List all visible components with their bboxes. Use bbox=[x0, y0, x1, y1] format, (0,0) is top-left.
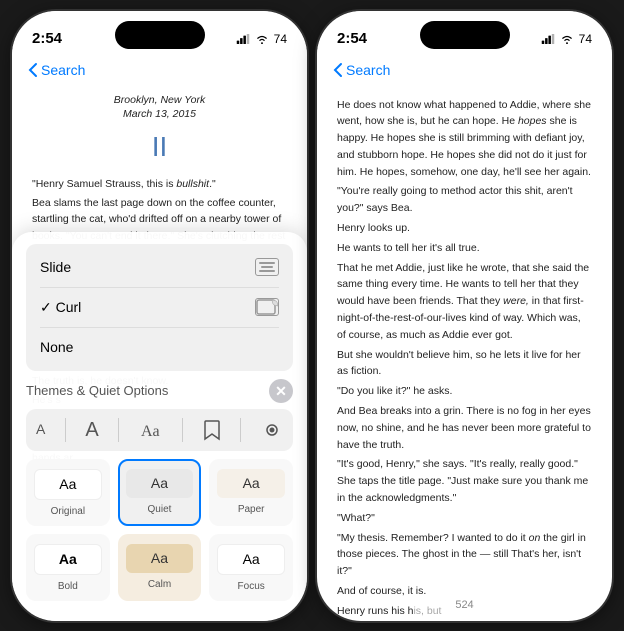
theme-focus[interactable]: Aa Focus bbox=[209, 534, 293, 601]
theme-focus-label: Focus bbox=[217, 579, 285, 594]
back-button-right[interactable]: Search bbox=[333, 62, 390, 78]
book-location: Brooklyn, New York March 13, 2015 bbox=[32, 93, 287, 122]
theme-original-label: Original bbox=[34, 504, 102, 519]
curl-icon bbox=[255, 298, 279, 316]
theme-original[interactable]: Aa Original bbox=[26, 459, 110, 526]
theme-bold[interactable]: Aa Bold bbox=[26, 534, 110, 601]
book-header: Brooklyn, New York March 13, 2015 II bbox=[32, 93, 287, 168]
slide-option[interactable]: Slide bbox=[26, 248, 293, 287]
theme-quiet-preview: Aa bbox=[126, 469, 194, 498]
overlay-panel: Slide ✓ Curl bbox=[12, 232, 307, 621]
theme-paper[interactable]: Aa Paper bbox=[209, 459, 293, 526]
slide-menu: Slide ✓ Curl bbox=[26, 244, 293, 371]
theme-original-preview: Aa bbox=[34, 469, 102, 500]
back-button-left[interactable]: Search bbox=[28, 62, 85, 78]
back-label-right: Search bbox=[346, 62, 390, 78]
book-content-left: Brooklyn, New York March 13, 2015 II "He… bbox=[12, 85, 307, 621]
font-divider-2 bbox=[118, 418, 119, 442]
theme-bold-preview: Aa bbox=[34, 544, 102, 575]
curl-option[interactable]: ✓ Curl bbox=[26, 288, 293, 327]
themes-header: Themes & Quiet Options ✕ bbox=[26, 379, 293, 403]
theme-bold-label: Bold bbox=[34, 579, 102, 594]
theme-quiet-label: Quiet bbox=[126, 502, 194, 517]
bookmark-icon[interactable] bbox=[203, 419, 221, 441]
back-chevron-left bbox=[28, 62, 38, 78]
slide-icon bbox=[255, 258, 279, 276]
theme-calm-preview: Aa bbox=[126, 544, 194, 573]
theme-calm-label: Calm bbox=[126, 577, 194, 592]
book-content-right: He does not know what happened to Addie,… bbox=[317, 85, 612, 621]
back-label-left: Search bbox=[41, 62, 85, 78]
battery-right: 74 bbox=[579, 32, 592, 46]
themes-title: Themes & Quiet Options bbox=[26, 381, 168, 401]
font-small-button[interactable]: A bbox=[36, 419, 45, 440]
font-divider-3 bbox=[182, 418, 183, 442]
none-option[interactable]: None bbox=[26, 328, 293, 367]
right-phone: 2:54 74 Sea bbox=[317, 11, 612, 621]
status-time-right: 2:54 bbox=[337, 30, 367, 47]
back-chevron-right bbox=[333, 62, 343, 78]
svg-text:Aa: Aa bbox=[141, 423, 160, 440]
close-button[interactable]: ✕ bbox=[269, 379, 293, 403]
font-divider-1 bbox=[65, 418, 66, 442]
chapter-number: II bbox=[32, 126, 287, 168]
page-number: 524 bbox=[455, 599, 473, 611]
wifi-icon bbox=[255, 34, 269, 44]
theme-quiet[interactable]: Aa Quiet bbox=[118, 459, 202, 526]
status-icons-left: 74 bbox=[236, 32, 287, 46]
theme-paper-label: Paper bbox=[217, 502, 285, 517]
phones-container: 2:54 74 Sea bbox=[2, 1, 622, 631]
theme-paper-preview: Aa bbox=[217, 469, 285, 498]
font-style-icon[interactable]: Aa bbox=[139, 420, 163, 440]
font-divider-4 bbox=[240, 418, 241, 442]
nav-bar-right[interactable]: Search bbox=[317, 55, 612, 85]
theme-grid: Aa Original Aa Quiet Aa Paper Aa Bold bbox=[26, 459, 293, 601]
font-controls: A A Aa bbox=[26, 409, 293, 451]
brightness-icon[interactable] bbox=[261, 421, 283, 439]
font-large-button[interactable]: A bbox=[85, 415, 98, 445]
dynamic-island-right bbox=[420, 21, 510, 49]
theme-calm[interactable]: Aa Calm bbox=[118, 534, 202, 601]
curl-svg bbox=[256, 299, 278, 315]
theme-focus-preview: Aa bbox=[217, 544, 285, 575]
dynamic-island bbox=[115, 21, 205, 49]
signal-icon-right bbox=[541, 34, 555, 44]
wifi-icon-right bbox=[560, 34, 574, 44]
nav-bar-left[interactable]: Search bbox=[12, 55, 307, 85]
status-icons-right: 74 bbox=[541, 32, 592, 46]
status-time-left: 2:54 bbox=[32, 30, 62, 47]
signal-icon bbox=[236, 34, 250, 44]
battery-left: 74 bbox=[274, 32, 287, 46]
left-phone: 2:54 74 Sea bbox=[12, 11, 307, 621]
